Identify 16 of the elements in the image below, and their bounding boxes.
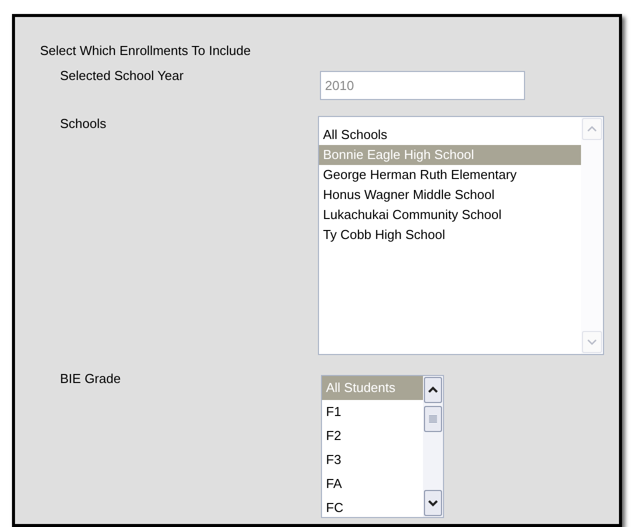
list-option[interactable]: All Schools — [319, 125, 581, 145]
field-label: Schools — [60, 116, 106, 131]
list-option[interactable]: F3 — [322, 448, 423, 472]
list-option[interactable]: F2 — [322, 424, 423, 448]
field-label: BIE Grade — [60, 371, 121, 386]
section-title: Select Which Enrollments To Include — [40, 43, 252, 58]
list-option[interactable]: Lukachukai Community School — [319, 205, 581, 225]
list-box[interactable]: All Schools Bonnie Eagle High School George Herman Ruth Elementary Honus Wagner Middle School Lukachukai Community School Ty Cobb High School — [318, 116, 604, 355]
list-option[interactable]: FA — [322, 472, 423, 496]
list-option[interactable]: Ty Cobb High School — [319, 225, 581, 245]
list-option[interactable]: George Herman Ruth Elementary — [319, 165, 581, 185]
field-label: Selected School Year — [60, 68, 184, 83]
list-option[interactable]: FC — [322, 496, 423, 520]
list-box[interactable]: All Students F1 F2 F3 FA FC — [321, 375, 444, 518]
list-option[interactable]: F1 — [322, 400, 423, 424]
list-option[interactable]: Honus Wagner Middle School — [319, 185, 581, 205]
